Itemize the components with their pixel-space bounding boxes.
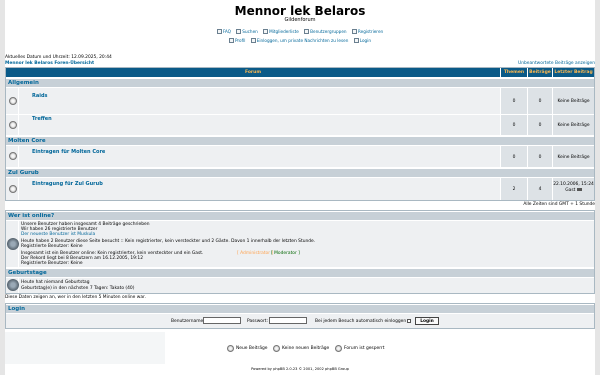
password-label: Passwort: [247,319,268,324]
search-icon [236,29,242,34]
site-subtitle: Gildenforum [284,17,316,23]
autologin-checkbox[interactable] [407,319,411,323]
timezone-note: Alle Zeiten sind GMT + 1 Stunde [523,202,595,207]
nav-usergroups[interactable]: Benutzergruppen [304,29,347,34]
autologin-label: Bei jedem Besuch automatisch einloggen [315,319,407,324]
login-title: Login [6,304,594,313]
username-label: Benutzername: [171,319,205,324]
locked-forum-icon [335,345,342,352]
birthday-icon [7,279,19,291]
memberlist-icon [263,29,269,34]
header-posts: Beiträge [528,68,552,77]
unanswered-posts-link[interactable]: Unbeantwortete Beiträge anzeigen [518,61,595,66]
topics-count: 0 [512,99,516,104]
last-post-date: 22.10.2006, 15:24 [553,182,594,187]
legend-new-posts: Neue Beiträge [236,346,268,351]
new-posts-icon [227,345,234,352]
login-button[interactable]: Login [415,317,439,325]
latest-post-arrow-icon[interactable] [576,188,582,191]
category-molten-core[interactable]: Molten Core [6,136,594,145]
forum-link-raids[interactable]: Raids [32,93,48,99]
nav-row-1: FAQ Suchen Mitgliederliste Benutzergrupp… [5,29,595,34]
nav-memberlist[interactable]: Mitgliederliste [263,29,299,34]
legend-locked: Forum ist gesperrt [344,346,385,351]
topics-count: 0 [512,155,516,160]
forum-row-raids [19,88,500,114]
usergroups-icon [304,29,310,34]
no-new-posts-icon [9,97,17,105]
legend-no-new-posts: Keine neuen Beiträge [282,346,330,351]
no-new-posts-icon [9,121,17,129]
online-registered: Registrierte Benutzer: Keine [21,261,83,266]
posts-count: 0 [538,123,542,128]
online-title[interactable]: Wer ist online? [6,211,594,220]
powered-by[interactable]: Powered by phpBB 2.0.23 © 2001, 2002 php… [5,367,595,371]
last-post-text: Keine Beiträge [557,99,590,104]
legend-administrator: [ Administrator ] [237,251,274,256]
forum-link-treffen[interactable]: Treffen [32,116,52,122]
posts-count: 0 [538,155,542,160]
profile-icon [228,38,234,43]
legend-moderator: [ Moderator ] [271,251,300,256]
whos-online-icon [7,238,19,250]
nav-messages[interactable]: Einloggen, um private Nachrichten zu les… [250,38,348,43]
forum-overview-link[interactable]: Mennor lek Belaros Foren-Übersicht [5,61,94,66]
no-new-posts-icon [273,345,280,352]
birthday-upcoming: Geburtstag(e) in den nächsten 7 Tagen: T… [21,286,135,291]
nav-register[interactable]: Registrieren [351,29,383,34]
topics-count: 2 [512,187,516,192]
online-note: Diese Daten zeigen an, wer in den letzte… [5,295,146,300]
forum-link-molten-core[interactable]: Eintragen für Molten Core [32,149,105,155]
login-icon [353,38,359,43]
password-input[interactable] [269,317,307,324]
current-datetime: Aktuelles Datum und Uhrzeit: 12.09.2025,… [5,55,112,60]
username-input[interactable] [203,317,241,324]
no-new-posts-icon [9,185,17,193]
no-new-posts-icon [9,152,17,160]
birthdays-title: Geburtstage [6,268,594,277]
posts-count: 0 [538,99,542,104]
register-icon [351,29,357,34]
nav-search[interactable]: Suchen [236,29,258,34]
forum-link-zul-gurub[interactable]: Eintragung für Zul Gurub [32,181,103,187]
today-registered: Registrierte Benutzer: Keine [21,244,83,249]
forum-row-treffen [19,115,500,135]
last-post-text: Keine Beiträge [557,123,590,128]
ghost-area [5,332,165,364]
messages-icon [250,38,256,43]
stats-newest-user[interactable]: Der neueste Benutzer ist Muskula [21,232,95,237]
nav-login[interactable]: Login [353,38,371,43]
header-topics: Themen [501,68,527,77]
faq-icon [216,29,222,34]
category-allgemein[interactable]: Allgemein [6,78,594,87]
last-post-text: Keine Beiträge [557,155,590,160]
nav-row-2: Profil Einloggen, um private Nachrichten… [5,38,595,43]
nav-profile[interactable]: Profil [228,38,245,43]
nav-faq[interactable]: FAQ [216,29,231,34]
posts-count: 4 [538,187,542,192]
site-title: Mennor lek Belaros [234,4,366,18]
birthday-today: Heute hat niemand Geburtstag [21,280,90,285]
header-forum: Forum [6,68,500,77]
category-zul-gurub[interactable]: Zul Gurub [6,168,594,177]
page: Mennor lek Belaros Gildenforum FAQ Suche… [5,0,595,375]
last-post-user: Gast [553,188,594,193]
topics-count: 0 [512,123,516,128]
header-last-post: Letzter Beitrag [553,68,594,77]
